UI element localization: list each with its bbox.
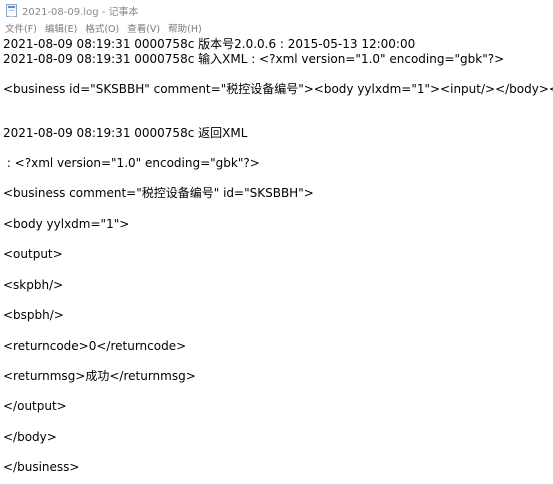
menu-bar: 文件(F) 编辑(E) 格式(O) 查看(V) 帮助(H) xyxy=(0,20,553,35)
notepad-icon xyxy=(6,3,17,17)
text-line: </business> xyxy=(3,460,80,474)
text-line: 2021-08-09 08:19:31 0000758c 返回XML xyxy=(3,126,248,140)
text-line: <output> xyxy=(3,247,63,261)
menu-help[interactable]: 帮助(H) xyxy=(164,21,206,35)
text-editor[interactable]: 2021-08-09 08:19:31 0000758c 版本号2.0.0.6 … xyxy=(0,35,554,484)
text-line: 2021-08-09 08:19:31 0000758c 输入XML : <?x… xyxy=(3,52,505,66)
menu-format[interactable]: 格式(O) xyxy=(81,21,123,35)
text-line: </output> xyxy=(3,399,67,413)
title-bar[interactable]: 2021-08-09.log - 记事本 xyxy=(0,0,553,20)
text-line: 2021-08-09 08:19:31 0000758c 版本号2.0.0.6 … xyxy=(3,37,416,51)
menu-file[interactable]: 文件(F) xyxy=(0,21,41,35)
text-line: </body> xyxy=(3,430,57,444)
text-line: <body yylxdm="1"> xyxy=(3,217,130,231)
text-line: <skpbh/> xyxy=(3,278,64,292)
menu-edit[interactable]: 编辑(E) xyxy=(41,21,81,35)
text-line: <returncode>0</returncode> xyxy=(3,339,187,353)
text-line: <returnmsg>成功</returnmsg> xyxy=(3,369,196,383)
text-line: : <?xml version="1.0" encoding="gbk"?> xyxy=(3,156,260,170)
menu-view[interactable]: 查看(V) xyxy=(123,21,164,35)
text-line: <business comment="税控设备编号" id="SKSBBH"> xyxy=(3,186,314,200)
text-line: <bspbh/> xyxy=(3,308,64,322)
notepad-window: 2021-08-09.log - 记事本 文件(F) 编辑(E) 格式(O) 查… xyxy=(0,0,554,485)
text-line: <business id="SKSBBH" comment="税控设备编号"><… xyxy=(3,82,554,96)
window-title: 2021-08-09.log - 记事本 xyxy=(22,6,139,18)
